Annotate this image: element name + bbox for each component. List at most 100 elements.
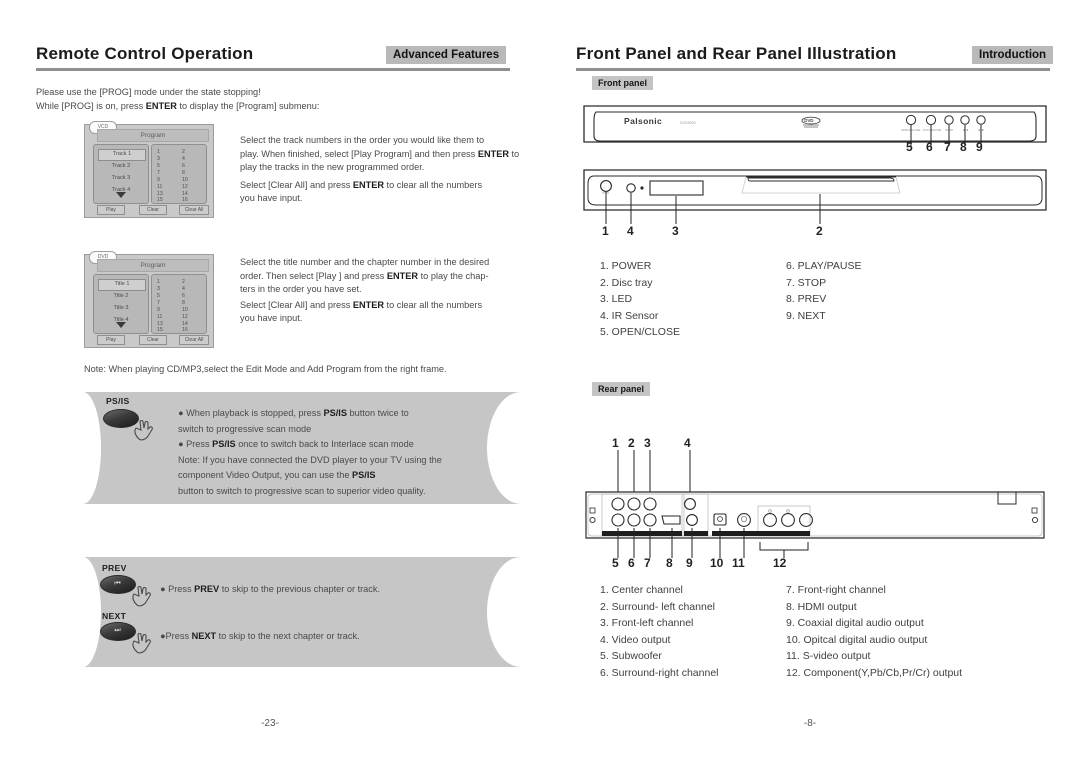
legend-item: 10. Opitcal digital audio output [786,633,928,646]
osd-clear-button[interactable]: Clear [139,205,167,215]
osd-number[interactable]: 3 [157,156,160,162]
rear-callout-8: 8 [666,556,673,570]
program-vcd-description: Select the track numbers in the order yo… [240,134,520,206]
osd-number[interactable]: 10 [182,307,188,313]
osd-number[interactable]: 8 [182,300,185,306]
desc-line: you have input. [240,193,303,204]
chevron-down-icon[interactable] [116,322,126,328]
rear-callout-12: 12 [773,556,787,570]
osd-number[interactable]: 4 [182,286,185,292]
osd-list-item[interactable]: Title 1 [98,279,146,291]
psis-line: ● When playback is stopped, press PS/IS … [178,408,409,418]
prev-description: ● Press PREV to skip to the previous cha… [160,583,490,597]
front-callout-9: 9 [976,140,983,154]
osd-number[interactable]: 9 [157,307,160,313]
psis-line: ● Press PS/IS once to switch back to Int… [178,439,414,449]
osd-number[interactable]: 12 [182,314,188,320]
front-panel-legend-left: 1. POWER 2. Disc tray 3. LED 4. IR Senso… [600,258,680,341]
psis-button-label: PS/IS [106,396,130,406]
osd-number[interactable]: 12 [182,184,188,190]
psis-line: Note: If you have connected the DVD play… [178,454,442,465]
left-page-number: -23- [261,718,279,729]
front-callout-4: 4 [627,224,634,238]
rear-callout-9: 9 [686,556,693,570]
osd-clear-all-button[interactable]: Clear All [179,335,209,345]
osd-number[interactable]: 15 [157,197,163,203]
osd-number[interactable]: 5 [157,293,160,299]
header-rule [36,68,510,71]
page-title: Front Panel and Rear Panel Illustration [576,44,897,63]
osd-title-vcd: Program [97,129,209,142]
osd-number[interactable]: 11 [157,314,162,320]
desc-line: play. When finished, select [Play Progra… [240,148,520,159]
legend-item: 3. LED [600,293,633,305]
osd-number[interactable]: 7 [157,170,160,176]
osd-number-grid-vcd[interactable]: 1 2 3 4 5 6 7 8 9 10 11 12 13 14 15 16 [151,144,207,204]
legend-item: 1. POWER [600,260,652,272]
osd-number[interactable]: 3 [157,286,160,292]
osd-list-item[interactable]: Title 2 [98,291,144,301]
prev-button-label: PREV [102,563,127,573]
front-callout-1: 1 [602,224,609,238]
front-callout-7: 7 [944,140,951,154]
osd-number[interactable]: 15 [157,327,163,333]
legend-item: 6. PLAY/PAUSE [786,260,862,272]
rear-panel-legend-right: 7. Front-right channel 8. HDMI output 9.… [786,582,962,681]
osd-number[interactable]: 1 [157,279,160,285]
rear-callout-1: 1 [612,436,619,450]
osd-number[interactable]: 4 [182,156,185,162]
legend-item: 11. S-video output [786,650,871,662]
osd-clear-button[interactable]: Clear [139,335,167,345]
psis-line: switch to progressive scan mode [178,423,312,434]
left-page: Remote Control Operation Advanced Featur… [0,0,540,782]
page-title: Remote Control Operation [36,44,254,63]
osd-list-item[interactable]: Track 3 [98,173,144,183]
osd-number[interactable]: 8 [182,170,185,176]
osd-number[interactable]: 2 [182,279,185,285]
osd-number[interactable]: 9 [157,177,160,183]
osd-list-item[interactable]: Track 2 [98,161,144,171]
osd-clear-all-button[interactable]: Clear All [179,205,209,215]
osd-number[interactable]: 5 [157,163,160,169]
osd-number[interactable]: 16 [182,327,188,333]
osd-number-grid-dvd[interactable]: 1 2 3 4 5 6 7 8 9 10 11 12 13 14 15 16 [151,274,207,334]
osd-number[interactable]: 6 [182,163,185,169]
legend-item: 3. Front-left channel [600,617,694,629]
osd-number[interactable]: 2 [182,149,185,155]
front-callout-8: 8 [960,140,967,154]
osd-listbox-vcd[interactable]: Track 1 Track 2 Track 3 Track 4 [93,144,149,204]
next-line: ●Press NEXT to skip to the next chapter … [160,631,360,641]
osd-number[interactable]: 10 [182,177,188,183]
pointing-hand-icon [132,632,151,654]
osd-listbox-dvd[interactable]: Title 1 Title 2 Title 3 Title 4 [93,274,149,334]
osd-number[interactable]: 16 [182,197,188,203]
program-dialog-dvd: DVD Program Title 1 Title 2 Title 3 Titl… [84,251,214,348]
legend-item: 1. Center channel [600,584,683,596]
legend-item: 8. PREV [786,293,827,305]
osd-list-item[interactable]: Title 3 [98,303,144,313]
osd-number[interactable]: 6 [182,293,185,299]
osd-number[interactable]: 1 [157,149,160,155]
osd-number[interactable]: 11 [157,184,162,190]
osd-list-item[interactable]: Track 1 [98,149,146,161]
legend-item: 4. IR Sensor [600,309,659,322]
intro-line-1: Please use the [PROG] mode under the sta… [36,87,261,97]
legend-item: 2. Surround- left channel [600,600,715,613]
next-description: ●Press NEXT to skip to the next chapter … [160,630,490,644]
rear-callout-11: 11 [732,556,745,570]
right-page-number: -8- [803,718,817,729]
program-dvd-description: Select the title number and the chapter … [240,256,520,326]
right-page-header: Front Panel and Rear Panel Illustration … [576,44,1054,71]
psis-line: button to switch to progressive scan to … [178,485,426,496]
front-panel-legend-right: 6. PLAY/PAUSE 7. STOP 8. PREV 9. NEXT [786,258,861,324]
osd-play-button[interactable]: Play [97,335,125,345]
osd-number[interactable]: 7 [157,300,160,306]
legend-item: 9. Coaxial digital audio output [786,617,924,629]
legend-item: 2. Disc tray [600,276,653,289]
rear-callout-10: 10 [710,556,724,570]
desc-line: play the tracks in the new programmed or… [240,162,425,173]
osd-play-button[interactable]: Play [97,205,125,215]
rear-callout-2: 2 [628,436,635,450]
chevron-down-icon[interactable] [116,192,126,198]
legend-item: 6. Surround-right channel [600,666,719,679]
